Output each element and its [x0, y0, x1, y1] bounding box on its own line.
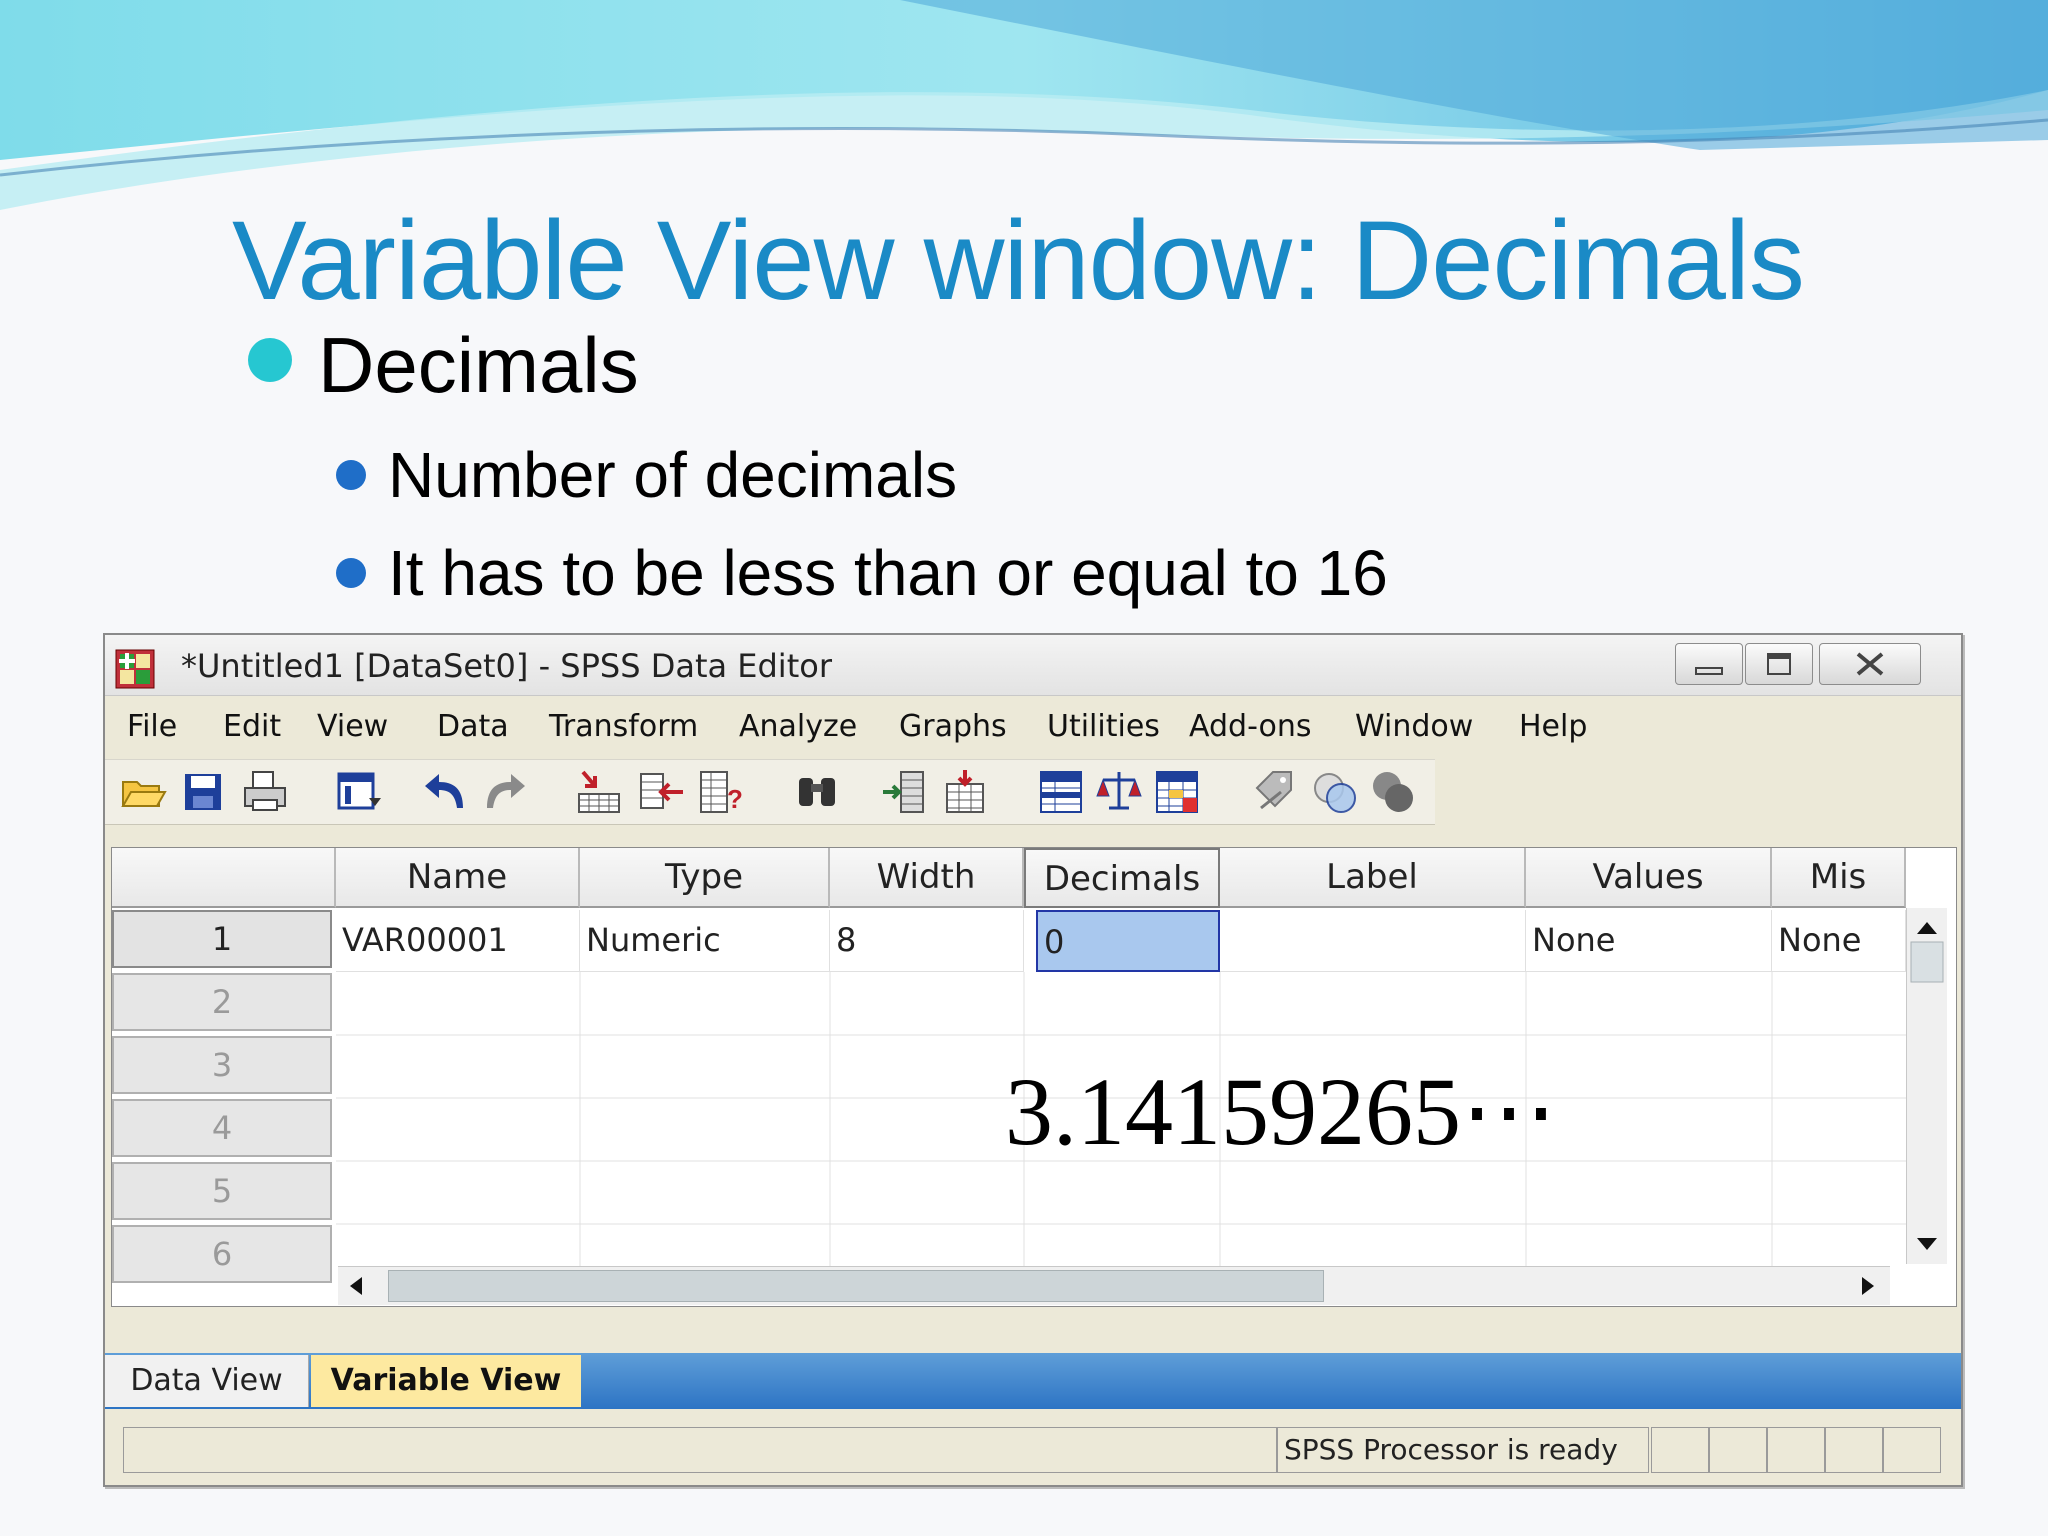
- status-main-pane: [123, 1427, 1277, 1473]
- weight-cases-icon[interactable]: [1095, 768, 1143, 816]
- cell-type[interactable]: Numeric: [580, 910, 830, 972]
- cell-missing[interactable]: None: [1772, 910, 1906, 972]
- menu-help[interactable]: Help: [1519, 709, 1587, 744]
- col-header-label[interactable]: Label: [1220, 848, 1526, 908]
- menu-view[interactable]: View: [317, 709, 388, 744]
- row-header-3[interactable]: 3: [112, 1036, 332, 1094]
- menu-transform[interactable]: Transform: [549, 709, 698, 744]
- window-titlebar: *Untitled1 [DataSet0] - SPSS Data Editor: [105, 635, 1961, 696]
- print-icon[interactable]: [241, 768, 289, 816]
- row-header-2[interactable]: 2: [112, 973, 332, 1031]
- col-header-name[interactable]: Name: [336, 848, 580, 908]
- cell-width[interactable]: 8: [830, 910, 1024, 972]
- menu-add-ons[interactable]: Add-ons: [1189, 709, 1311, 744]
- undo-icon[interactable]: [423, 768, 471, 816]
- toolbar: ?: [105, 759, 1435, 825]
- maximize-button[interactable]: [1745, 643, 1813, 685]
- variables-icon[interactable]: ?: [697, 768, 745, 816]
- find-icon[interactable]: [793, 768, 841, 816]
- status-processor-text: SPSS Processor is ready: [1277, 1427, 1649, 1473]
- row-header-6[interactable]: 6: [112, 1225, 332, 1283]
- col-header-type[interactable]: Type: [580, 848, 830, 908]
- slide-title: Variable View window: Decimals: [232, 198, 1805, 323]
- col-header-decimals[interactable]: Decimals: [1024, 848, 1220, 908]
- cell-label[interactable]: [1220, 910, 1526, 972]
- show-all-variables-icon[interactable]: [1369, 768, 1417, 816]
- row-header-5[interactable]: 5: [112, 1162, 332, 1220]
- cell-name[interactable]: VAR00001: [336, 910, 580, 972]
- svg-text:?: ?: [727, 784, 743, 814]
- col-header-values[interactable]: Values: [1526, 848, 1772, 908]
- open-icon[interactable]: [119, 768, 167, 816]
- corner-header: [112, 848, 336, 908]
- insert-cases-icon[interactable]: [881, 768, 929, 816]
- vertical-scrollbar[interactable]: [1906, 908, 1947, 1264]
- status-pane: [1651, 1427, 1709, 1473]
- use-sets-icon[interactable]: [1311, 768, 1359, 816]
- split-file-icon[interactable]: [1037, 768, 1085, 816]
- status-pane: [1883, 1427, 1941, 1473]
- menu-data[interactable]: Data: [437, 709, 509, 744]
- sub-bullet-dot-icon: [336, 460, 366, 490]
- menu-graphs[interactable]: Graphs: [899, 709, 1007, 744]
- close-button[interactable]: [1819, 643, 1921, 685]
- view-tab-bar: Data View Variable View: [105, 1353, 1961, 1409]
- cell-decimals-selected[interactable]: 0: [1036, 910, 1220, 972]
- spss-data-editor-window: *Untitled1 [DataSet0] - SPSS Data Editor…: [103, 633, 1963, 1487]
- sub-bullet-dot-icon: [336, 558, 366, 588]
- dialog-recall-icon[interactable]: [335, 768, 383, 816]
- minimize-icon: [1695, 667, 1723, 675]
- restore-icon: [1767, 653, 1791, 675]
- save-icon[interactable]: [179, 768, 227, 816]
- menu-edit[interactable]: Edit: [223, 709, 281, 744]
- status-bar: SPSS Processor is ready: [105, 1417, 1961, 1483]
- menu-analyze[interactable]: Analyze: [739, 709, 857, 744]
- goto-variable-icon[interactable]: [637, 768, 685, 816]
- horizontal-scrollbar[interactable]: [338, 1266, 1890, 1305]
- scroll-left-icon[interactable]: [344, 1273, 370, 1299]
- row-header-4[interactable]: 4: [112, 1099, 332, 1157]
- bullet-dot-icon: [248, 338, 292, 382]
- status-pane: [1825, 1427, 1883, 1473]
- status-pane: [1709, 1427, 1767, 1473]
- menu-window[interactable]: Window: [1355, 709, 1473, 744]
- cell-values[interactable]: None: [1526, 910, 1772, 972]
- sub-bullet-text: Number of decimals: [388, 439, 958, 511]
- menu-file[interactable]: File: [127, 709, 177, 744]
- row-header-1[interactable]: 1: [112, 910, 332, 968]
- menu-bar: File Edit View Data Transform Analyze Gr…: [105, 697, 1961, 757]
- insert-variable-icon[interactable]: [941, 768, 989, 816]
- scroll-right-icon[interactable]: [1854, 1273, 1880, 1299]
- horizontal-scroll-thumb[interactable]: [388, 1270, 1324, 1302]
- close-icon: [1856, 652, 1884, 676]
- col-header-width[interactable]: Width: [830, 848, 1024, 908]
- col-header-missing[interactable]: Mis: [1772, 848, 1906, 908]
- redo-icon[interactable]: [479, 768, 527, 816]
- bullet-text: Decimals: [318, 321, 639, 409]
- sub-bullet-text: It has to be less than or equal to 16: [388, 537, 1388, 609]
- pi-example-value: 3.14159265⋯: [1005, 1058, 1557, 1165]
- spss-app-icon: [115, 649, 155, 689]
- minimize-button[interactable]: [1675, 643, 1743, 685]
- value-labels-icon[interactable]: [1251, 768, 1299, 816]
- tab-variable-view[interactable]: Variable View: [311, 1355, 581, 1407]
- window-title: *Untitled1 [DataSet0] - SPSS Data Editor: [181, 647, 832, 685]
- tab-data-view[interactable]: Data View: [105, 1355, 309, 1407]
- scroll-arrows-icon: [1910, 922, 1944, 1250]
- select-cases-icon[interactable]: [1153, 768, 1201, 816]
- menu-utilities[interactable]: Utilities: [1047, 709, 1160, 744]
- goto-case-icon[interactable]: [575, 768, 623, 816]
- status-pane: [1767, 1427, 1825, 1473]
